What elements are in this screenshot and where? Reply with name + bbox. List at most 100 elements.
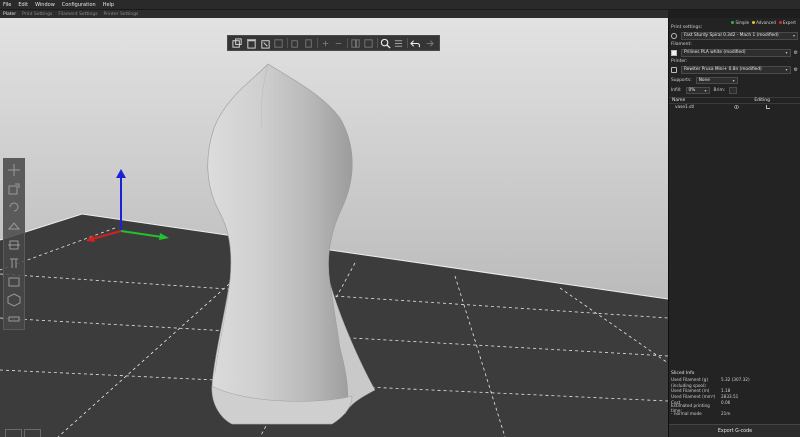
chevron-down-icon: ▾ [785, 67, 788, 72]
tab-bar: Plater Print Settings Filament Settings … [0, 10, 668, 18]
info-value: 2833.51 [721, 394, 739, 400]
preview-view-icon[interactable] [24, 429, 41, 437]
info-value: 5.32 (307.32) [721, 377, 750, 383]
filament-color-icon[interactable] [671, 49, 677, 56]
printer-preset-select[interactable]: Rewiter Prusa Mini+ 0.8n (modified) ▾ [681, 65, 791, 74]
mode-advanced[interactable]: Advanced [752, 20, 776, 25]
list-item[interactable]: vase1.stl [669, 104, 800, 111]
toolbar-separator [406, 38, 408, 48]
filament-preset-select[interactable]: Prilines PLA white (modified) ▾ [681, 48, 791, 57]
right-sidebar: Simple Advanced Expert Print settings: F… [668, 18, 800, 437]
undo-icon[interactable] [409, 37, 421, 49]
split-parts-icon[interactable] [363, 37, 375, 49]
info-value: 1.18 [721, 388, 731, 394]
filament-preset-row: Prilines PLA white (modified) ▾ ⚙ [671, 48, 798, 57]
scale-icon[interactable] [5, 181, 23, 198]
infill-row: Infill: 0% ▾ Brim: [669, 86, 800, 94]
cut-icon[interactable] [5, 236, 23, 253]
printer-preset-row: Rewiter Prusa Mini+ 0.8n (modified) ▾ ⚙ [671, 65, 798, 74]
mode-simple[interactable]: Simple [731, 20, 749, 25]
expert-dot-icon [778, 20, 782, 24]
print-preset-row: Fast Sturdy Spiral 0.3d2 - Mach 1 (modif… [671, 31, 798, 40]
brim-label: Brim: [713, 87, 726, 93]
chevron-down-icon: ▾ [732, 77, 735, 83]
search-icon[interactable] [379, 37, 391, 49]
hollow-icon[interactable] [5, 292, 23, 309]
eye-icon[interactable] [734, 105, 739, 109]
mode-selector: Simple Advanced Expert [669, 18, 800, 25]
3d-view-icon[interactable] [5, 429, 22, 437]
object-list-editing-header: Editing [754, 98, 770, 103]
printer-label: Printer: [671, 59, 688, 64]
advanced-dot-icon [752, 20, 756, 24]
tab-printer-settings[interactable]: Printer Settings [104, 12, 139, 17]
object-list-name-header: Name [672, 98, 686, 103]
toolbar-separator [316, 38, 318, 48]
menu-window[interactable]: Window [35, 2, 55, 8]
top-toolbar [227, 35, 440, 51]
delete-all-icon[interactable] [259, 37, 271, 49]
toolbar-separator [286, 38, 288, 48]
printer-icon [671, 66, 677, 73]
tab-filament-settings[interactable]: Filament Settings [58, 12, 97, 17]
chevron-down-icon: ▾ [704, 87, 707, 93]
chevron-down-icon: ▾ [785, 50, 788, 55]
arrange-icon[interactable] [273, 37, 285, 49]
remove-instance-icon[interactable] [333, 37, 345, 49]
edit-icon[interactable] [766, 105, 770, 109]
export-gcode-button[interactable]: Export G-code [669, 424, 800, 437]
menu-help[interactable]: Help [103, 2, 114, 8]
info-key: Used Filament (m) [671, 388, 710, 394]
layers-editing-icon[interactable] [393, 37, 405, 49]
view-selector [5, 429, 43, 437]
tab-plater[interactable]: Plater [3, 12, 16, 17]
info-row: - normal mode 21m [671, 411, 799, 417]
add-instance-icon[interactable] [319, 37, 331, 49]
info-key: Used Filament (mm³) [671, 394, 716, 400]
toolbar-separator [376, 38, 378, 48]
sliced-info-title: Sliced Info [671, 371, 695, 376]
printer-preset-value: Rewiter Prusa Mini+ 0.8n (modified) [684, 67, 762, 72]
delete-icon[interactable] [246, 37, 258, 49]
3d-viewport[interactable] [0, 18, 668, 437]
add-icon[interactable] [232, 37, 244, 49]
support-painting-icon[interactable] [5, 255, 23, 272]
measure-icon[interactable] [5, 311, 23, 328]
mode-expert-label: Expert [782, 19, 796, 25]
copy-icon[interactable] [289, 37, 301, 49]
supports-value: None [698, 77, 710, 83]
info-key: - normal mode [671, 410, 702, 416]
filament-preset-value: Prilines PLA white (modified) [684, 50, 746, 55]
move-icon[interactable] [5, 162, 23, 179]
settings-icon[interactable]: ⚙ [794, 50, 798, 56]
info-key: (including spool) [671, 382, 706, 388]
menu-file[interactable]: File [3, 2, 11, 8]
redo-icon[interactable] [423, 37, 435, 49]
seam-painting-icon[interactable] [5, 273, 23, 290]
supports-select[interactable]: None ▾ [695, 76, 738, 84]
tab-print-settings[interactable]: Print Settings [22, 12, 52, 17]
rotate-icon[interactable] [5, 199, 23, 216]
scene-canvas [0, 18, 668, 437]
print-preset-value: Fast Sturdy Spiral 0.3d2 - Mach 1 (modif… [684, 33, 779, 38]
infill-select[interactable]: 0% ▾ [685, 86, 710, 94]
infill-label: Infill: [671, 87, 682, 93]
supports-label: Supports: [671, 77, 692, 83]
settings-icon[interactable]: ⚙ [794, 67, 798, 73]
split-objects-icon[interactable] [349, 37, 361, 49]
info-value: 21m [721, 410, 731, 416]
menu-bar: File Edit Window Configuration Help [0, 0, 800, 10]
sliced-info-panel: Sliced Info Used Filament (g) 5.32 (307.3… [669, 371, 800, 416]
brim-checkbox[interactable] [729, 86, 738, 94]
menu-edit[interactable]: Edit [18, 2, 28, 8]
mode-expert[interactable]: Expert [778, 19, 796, 25]
filament-label: Filament: [671, 42, 692, 47]
chevron-down-icon: ▾ [792, 33, 795, 38]
print-preset-select[interactable]: Fast Sturdy Spiral 0.3d2 - Mach 1 (modif… [681, 31, 798, 40]
print-settings-icon [671, 32, 677, 39]
paste-icon[interactable] [303, 37, 315, 49]
place-on-face-icon[interactable] [5, 218, 23, 235]
infill-value: 0% [688, 87, 696, 93]
menu-configuration[interactable]: Configuration [62, 2, 96, 8]
left-toolbar [3, 158, 25, 330]
